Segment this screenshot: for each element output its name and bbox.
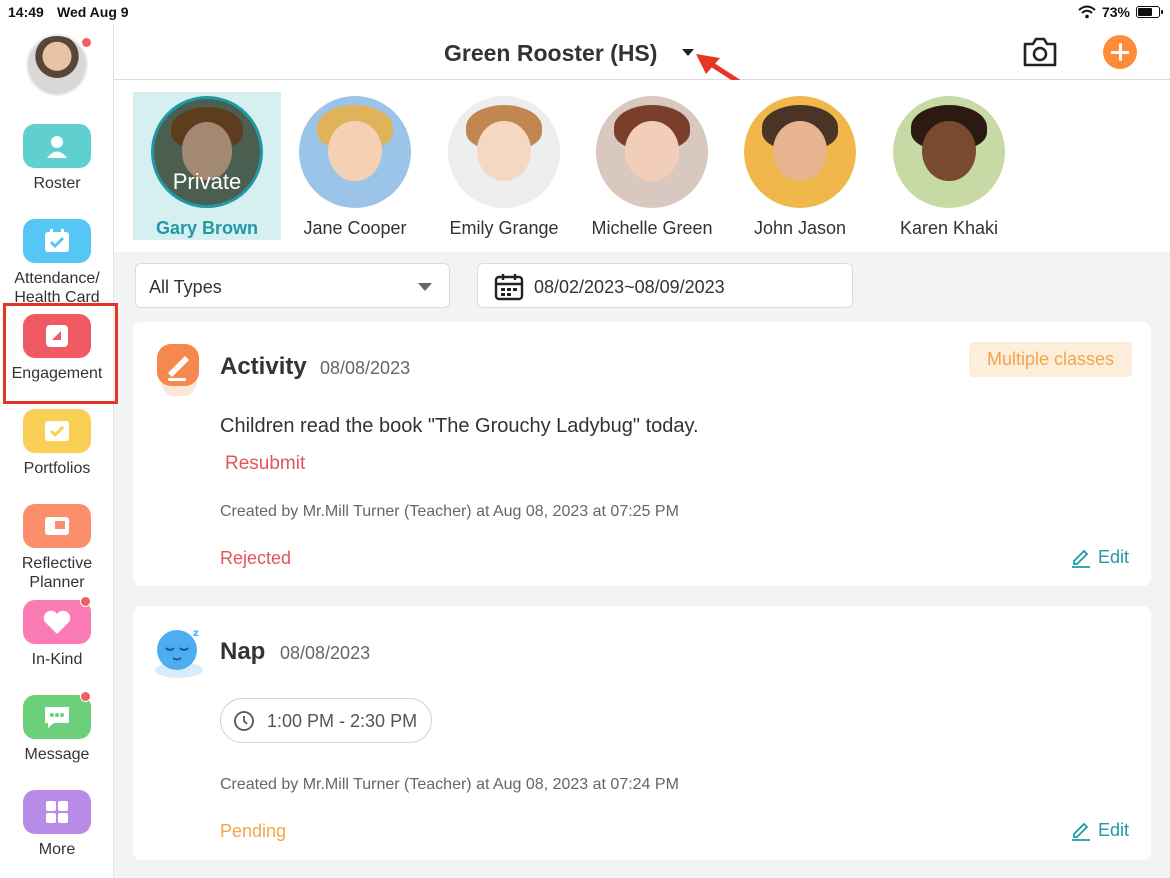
- child-avatar: [299, 96, 411, 208]
- sidebar-item-attendance[interactable]: Attendance/ Health Card: [0, 219, 114, 307]
- add-button[interactable]: [1103, 35, 1137, 69]
- sidebar-item-label: Attendance/ Health Card: [14, 270, 100, 306]
- heart-icon: [23, 600, 91, 644]
- child-card-john-jason[interactable]: John Jason: [726, 92, 874, 240]
- sidebar-item-roster[interactable]: Roster: [0, 124, 114, 193]
- status-date: Wed Aug 9: [57, 4, 129, 20]
- edit-label: Edit: [1097, 546, 1129, 567]
- sidebar-item-more[interactable]: More: [0, 790, 114, 859]
- selected-highlight: [3, 303, 118, 404]
- portfolio-icon: [23, 409, 91, 453]
- sidebar-item-label: More: [38, 841, 76, 858]
- resubmit-link[interactable]: Resubmit: [225, 453, 305, 475]
- chevron-down-icon: [418, 283, 432, 291]
- edit-button[interactable]: Edit: [1070, 546, 1129, 568]
- child-name: Emily Grange: [449, 218, 559, 238]
- svg-text:z: z: [193, 628, 199, 639]
- child-card-jane-cooper[interactable]: Jane Cooper: [281, 92, 429, 240]
- nap-time: 1:00 PM - 2:30 PM: [267, 711, 418, 731]
- nap-icon: z: [155, 628, 203, 678]
- pencil-icon: [1071, 549, 1090, 568]
- sidebar-item-label: Portfolios: [23, 460, 91, 477]
- card-creator: Created by Mr.Mill Turner (Teacher) at A…: [220, 503, 679, 520]
- class-title[interactable]: Green Rooster (HS): [444, 40, 657, 67]
- child-card-karen-khaki[interactable]: Karen Khaki: [875, 92, 1023, 240]
- notification-dot: [81, 37, 92, 48]
- sidebar-item-message[interactable]: Message: [0, 695, 114, 764]
- child-name: John Jason: [753, 218, 847, 238]
- card-title: Nap: [220, 638, 266, 665]
- child-avatar: [448, 96, 560, 208]
- status-right: 73%: [1078, 4, 1163, 20]
- sidebar-item-label: Message: [24, 746, 90, 763]
- status-label: Pending: [220, 821, 287, 841]
- card-title: Activity: [220, 353, 307, 380]
- edit-label: Edit: [1097, 819, 1129, 840]
- calendar-check-icon: [23, 219, 91, 263]
- child-avatar: [893, 96, 1005, 208]
- pencil-icon: [1071, 822, 1090, 841]
- battery-percent: 73%: [1101, 4, 1130, 20]
- child-name: Gary Brown: [155, 218, 259, 238]
- user-avatar[interactable]: [26, 34, 88, 96]
- engagement-card-nap[interactable]: z Nap 08/08/2023 1:00 PM - 2:30 PM Creat…: [133, 606, 1151, 860]
- activity-icon: [157, 344, 199, 396]
- child-card-gary-brown[interactable]: Private Gary Brown: [133, 92, 281, 240]
- child-card-michelle-green[interactable]: Michelle Green: [578, 92, 726, 240]
- status-label: Rejected: [220, 548, 292, 568]
- child-name: Michelle Green: [591, 218, 713, 238]
- child-avatar: [744, 96, 856, 208]
- card-date: 08/08/2023: [280, 643, 371, 663]
- nap-time-pill: 1:00 PM - 2:30 PM: [220, 698, 432, 743]
- child-card-emily-grange[interactable]: Emily Grange: [430, 92, 578, 240]
- wifi-icon: [1078, 5, 1096, 19]
- card-creator: Created by Mr.Mill Turner (Teacher) at A…: [220, 776, 679, 793]
- children-row: Private Gary Brown Jane Cooper Emily Gra…: [114, 80, 1170, 252]
- clock-icon: [234, 711, 254, 731]
- date-range-picker[interactable]: 08/02/2023~08/09/2023: [477, 263, 853, 308]
- private-label: Private: [172, 169, 242, 194]
- header: Green Rooster (HS): [114, 24, 1170, 80]
- multiple-classes-badge: Multiple classes: [968, 342, 1132, 377]
- camera-icon[interactable]: [1022, 36, 1058, 68]
- child-avatar: [596, 96, 708, 208]
- sidebar-item-label: Reflective Planner: [21, 555, 93, 591]
- date-range-value: 08/02/2023~08/09/2023: [534, 277, 725, 297]
- edit-button[interactable]: Edit: [1070, 819, 1129, 841]
- sidebar-item-portfolios[interactable]: Portfolios: [0, 409, 114, 478]
- status-time: 14:49: [8, 4, 44, 20]
- child-name: Jane Cooper: [303, 218, 407, 238]
- roster-icon: [23, 124, 91, 168]
- sidebar-item-in-kind[interactable]: In-Kind: [0, 600, 114, 669]
- planner-icon: [23, 504, 91, 548]
- type-filter-select[interactable]: All Types: [135, 263, 450, 308]
- sidebar-item-label: In-Kind: [31, 651, 83, 668]
- engagement-card-activity[interactable]: Activity 08/08/2023 Multiple classes Chi…: [133, 322, 1151, 586]
- sidebar-item-reflective-planner[interactable]: Reflective Planner: [0, 504, 114, 592]
- status-bar: 14:49 Wed Aug 9 73%: [0, 0, 1170, 24]
- notification-dot: [80, 691, 91, 702]
- calendar-icon: [494, 274, 524, 301]
- notification-dot: [80, 596, 91, 607]
- type-filter-value: All Types: [149, 277, 222, 297]
- grid-icon: [23, 790, 91, 834]
- sidebar-item-label: Roster: [33, 175, 81, 192]
- battery-icon: [1136, 6, 1163, 18]
- child-avatar: Private: [151, 96, 263, 208]
- message-icon: [23, 695, 91, 739]
- child-name: Karen Khaki: [899, 218, 999, 238]
- card-body: Children read the book "The Grouchy Lady…: [220, 415, 699, 437]
- sidebar: Roster Attendance/ Health Card Engagemen…: [0, 24, 118, 878]
- card-date: 08/08/2023: [320, 358, 411, 378]
